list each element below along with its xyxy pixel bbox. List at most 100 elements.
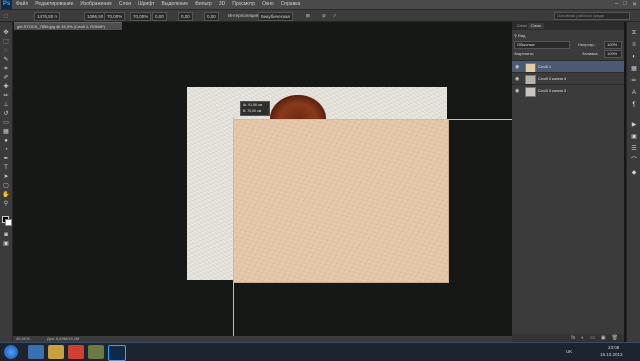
layer-comps-icon[interactable]: ▣ bbox=[630, 134, 638, 141]
vertical-guide[interactable] bbox=[233, 117, 234, 342]
transform-tool-icon: ⬚ bbox=[4, 13, 9, 18]
tools-panel: ✥ ⬚ ◌ ✎ ⌗ ✐ ✚ ✏ ⊥ ↺ ▭ ▦ ● ◔ ✒ T ➤ ▢ ✋ ⚲ … bbox=[0, 22, 13, 342]
commit-transform-icon[interactable]: ✓ bbox=[333, 12, 337, 19]
styles-panel-icon[interactable]: ◆ bbox=[630, 170, 638, 177]
new-layer-icon[interactable]: ▣ bbox=[601, 334, 606, 342]
clock-date[interactable]: 16.10.2013 bbox=[600, 352, 623, 357]
tab-layers-2[interactable]: Слои bbox=[528, 23, 544, 29]
eraser-tool-icon[interactable]: ▭ bbox=[2, 120, 10, 127]
menu-type[interactable]: Шрифт bbox=[138, 0, 154, 9]
layers-panel: Слои Слои ⚲ Вид Обычные Непрозр.: 100% З… bbox=[512, 22, 624, 342]
search-icon: ⚲ bbox=[514, 33, 517, 38]
cancel-transform-icon[interactable]: ⊘ bbox=[322, 12, 326, 19]
background-color-swatch[interactable] bbox=[5, 219, 12, 226]
gradient-tool-icon[interactable]: ▦ bbox=[2, 129, 10, 136]
move-tool-icon[interactable]: ✥ bbox=[2, 30, 10, 37]
healing-tool-icon[interactable]: ✚ bbox=[2, 84, 10, 91]
mask-icon[interactable]: ▭ bbox=[590, 334, 595, 342]
h-skew-field[interactable]: 0,00 bbox=[178, 12, 193, 21]
app-task-icon[interactable] bbox=[88, 345, 104, 359]
lasso-tool-icon[interactable]: ◌ bbox=[2, 48, 10, 55]
maximize-button[interactable]: □ bbox=[623, 1, 627, 8]
swatches-panel-icon[interactable]: ▦ bbox=[630, 66, 638, 73]
horizontal-guide[interactable] bbox=[233, 119, 513, 120]
interpolation-select[interactable]: Бикубическая bbox=[258, 12, 293, 21]
pen-tool-icon[interactable]: ✒ bbox=[2, 156, 10, 163]
dodge-tool-icon[interactable]: ◔ bbox=[2, 147, 10, 154]
minimize-button[interactable]: – bbox=[615, 1, 618, 8]
quick-select-tool-icon[interactable]: ✎ bbox=[2, 57, 10, 64]
stamp-tool-icon[interactable]: ⊥ bbox=[2, 102, 10, 109]
angle-field[interactable]: 0,00 bbox=[152, 12, 167, 21]
blur-tool-icon[interactable]: ● bbox=[2, 138, 10, 145]
interpolation-label: Интерполяция: bbox=[228, 13, 260, 18]
brush-panel-icon[interactable]: ✏ bbox=[630, 78, 638, 85]
quick-mask-icon[interactable]: ◙ bbox=[2, 232, 10, 239]
panel-tabs: Слои Слои bbox=[512, 22, 624, 30]
v-skew-field[interactable]: 0,00 bbox=[204, 12, 219, 21]
media-task-icon[interactable] bbox=[68, 345, 84, 359]
zoom-tool-icon[interactable]: ⚲ bbox=[2, 201, 10, 208]
menu-view[interactable]: Просмотр bbox=[232, 0, 255, 9]
brush-tool-icon[interactable]: ✏ bbox=[2, 93, 10, 100]
layer-row[interactable]: ◉ Слой 0 копия 3 bbox=[512, 84, 624, 97]
transform-tooltip: Ш: 91,56 см В: 70,00 см bbox=[240, 101, 270, 116]
screen-mode-icon[interactable]: ▣ bbox=[2, 241, 10, 248]
fill-field[interactable]: 100% bbox=[604, 50, 622, 58]
window-controls: – □ ✕ bbox=[615, 1, 637, 8]
actions-panel-icon[interactable]: ▶ bbox=[630, 122, 638, 129]
paths-panel-icon[interactable]: ⌒ bbox=[630, 158, 638, 165]
eyedropper-tool-icon[interactable]: ✐ bbox=[2, 75, 10, 82]
trash-icon[interactable]: 🗑 bbox=[612, 334, 618, 342]
layers-panel-footer: fx ◐ ▭ ▣ 🗑 bbox=[512, 334, 624, 342]
menu-window[interactable]: Окно bbox=[262, 0, 274, 9]
menu-items: Файл Редактирование Изображение Слои Шри… bbox=[16, 0, 300, 9]
adjustment-icon[interactable]: ◐ bbox=[581, 334, 584, 342]
workspace-search[interactable]: Основная рабочая среда bbox=[554, 12, 630, 20]
opacity-field[interactable]: 100% bbox=[604, 41, 622, 49]
marquee-tool-icon[interactable]: ⬚ bbox=[2, 39, 10, 46]
shape-tool-icon[interactable]: ▢ bbox=[2, 183, 10, 190]
menu-3d[interactable]: 3D bbox=[219, 0, 225, 9]
warp-icon[interactable]: ⊞ bbox=[306, 12, 310, 19]
channels-panel-icon[interactable]: ☰ bbox=[630, 146, 638, 153]
menu-help[interactable]: Справка bbox=[281, 0, 301, 9]
menu-bar: Ps Файл Редактирование Изображение Слои … bbox=[0, 0, 640, 10]
width-field[interactable]: 70,00% bbox=[104, 12, 126, 21]
photoshop-logo: Ps bbox=[1, 0, 12, 9]
paragraph-panel-icon[interactable]: ¶ bbox=[630, 102, 638, 109]
properties-panel-icon[interactable]: ≡ bbox=[630, 42, 638, 49]
hand-tool-icon[interactable]: ✋ bbox=[2, 192, 10, 199]
menu-select[interactable]: Выделение bbox=[162, 0, 189, 9]
kind-filter[interactable]: ⚲ Вид bbox=[514, 32, 525, 39]
panel-icon-strip: ⧖ ≡ ◐ ▦ ✏ A ¶ ▶ ▣ ☰ ⌒ ◆ bbox=[626, 22, 640, 342]
fx-icon[interactable]: fx bbox=[571, 334, 575, 342]
visibility-eye-icon[interactable]: ◉ bbox=[515, 64, 521, 70]
menu-edit[interactable]: Редактирование bbox=[35, 0, 73, 9]
character-panel-icon[interactable]: A bbox=[630, 90, 638, 97]
paper-texture-layer[interactable] bbox=[233, 119, 449, 283]
menu-filter[interactable]: Фильтр bbox=[195, 0, 212, 9]
blend-mode-select[interactable]: Обычные bbox=[514, 41, 570, 49]
crop-tool-icon[interactable]: ⌗ bbox=[2, 66, 10, 73]
height-field[interactable]: 70,00% bbox=[130, 12, 152, 21]
color-panel-icon[interactable]: ◐ bbox=[630, 54, 638, 61]
history-brush-icon[interactable]: ↺ bbox=[2, 111, 10, 118]
start-button[interactable] bbox=[4, 345, 18, 359]
menu-file[interactable]: Файл bbox=[16, 0, 28, 9]
close-button[interactable]: ✕ bbox=[632, 1, 637, 8]
document-tab[interactable]: girl-STOCK_7859.jpg @ 45,5% (Слой 1, RGB… bbox=[14, 22, 122, 30]
x-field[interactable]: 1476,50 п bbox=[34, 12, 60, 21]
menu-layers[interactable]: Слои bbox=[119, 0, 131, 9]
menu-image[interactable]: Изображение bbox=[80, 0, 112, 9]
visibility-eye-icon[interactable]: ◉ bbox=[515, 76, 521, 82]
history-panel-icon[interactable]: ⧖ bbox=[630, 30, 638, 37]
language-indicator[interactable]: UK bbox=[566, 349, 572, 354]
type-tool-icon[interactable]: T bbox=[2, 165, 10, 172]
clock-time[interactable]: 23:08 bbox=[608, 345, 619, 350]
ie-task-icon[interactable] bbox=[28, 345, 44, 359]
explorer-task-icon[interactable] bbox=[48, 345, 64, 359]
visibility-eye-icon[interactable]: ◉ bbox=[515, 88, 521, 94]
path-select-tool-icon[interactable]: ➤ bbox=[2, 174, 10, 181]
photoshop-task-icon[interactable] bbox=[108, 345, 126, 361]
